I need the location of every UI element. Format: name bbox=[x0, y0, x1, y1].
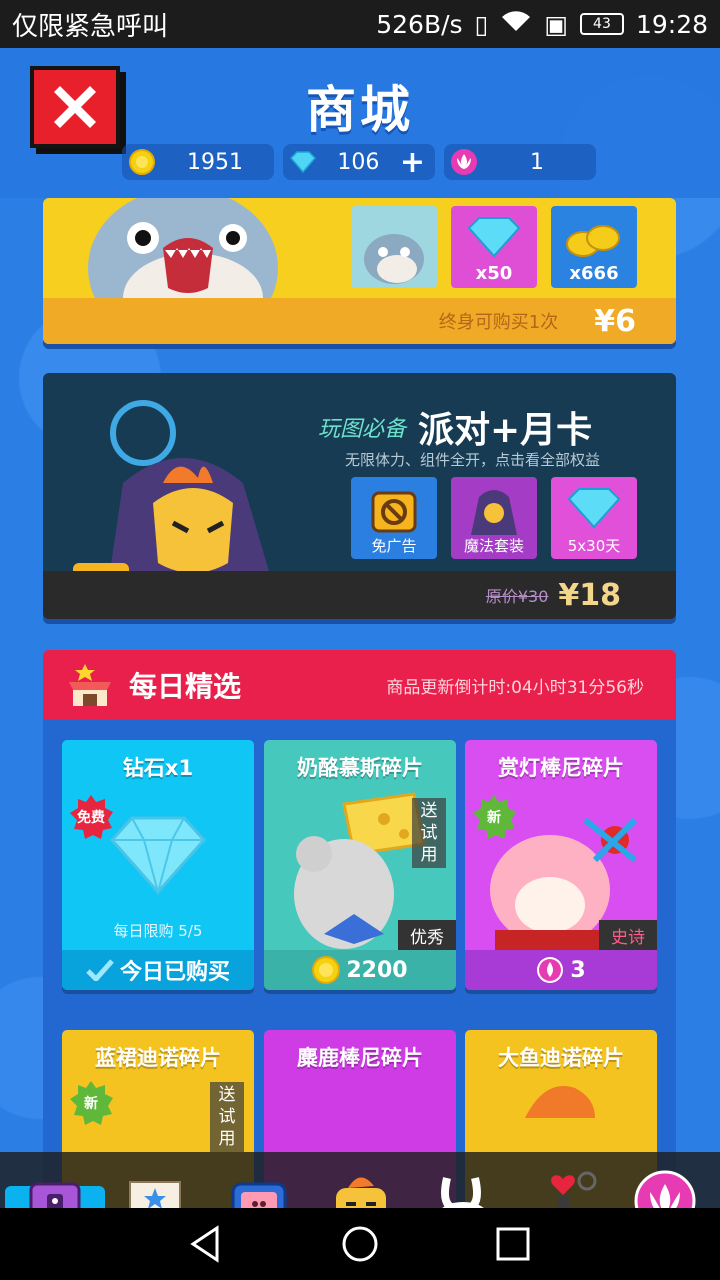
white-bunny-icon bbox=[441, 1177, 484, 1208]
yellow-bird-icon bbox=[336, 1177, 386, 1208]
tile-label: x50 bbox=[475, 263, 513, 284]
monthly-diamond-tile: 5x30天 bbox=[551, 477, 637, 559]
lotus-icon bbox=[450, 148, 478, 176]
original-price: 原价¥30 bbox=[485, 587, 549, 606]
shark-skin-icon bbox=[364, 234, 424, 284]
daily-items-grid: 钻石x1 免费 每日限购 5/5 今日已购买 奶酪慕斯碎片 送 试 用 优秀 2… bbox=[43, 720, 676, 1208]
party-subtitle: 无限体力、组件全开，点击看全部权益 bbox=[345, 451, 601, 469]
daily-item-lantern-bunny[interactable]: 赏灯棒尼碎片 新 史诗 3 bbox=[465, 740, 657, 990]
tile-label: 魔法套装 bbox=[463, 537, 524, 555]
page-title: 商城 bbox=[306, 81, 414, 139]
network-speed: 526B/s bbox=[376, 9, 463, 39]
refresh-countdown: 商品更新倒计时:04小时31分56秒 bbox=[386, 677, 644, 698]
shop-screen: 商城 1951 106 + 1 x50 x666 终身可购买1次 ¥6 玩图必备… bbox=[0, 48, 720, 1208]
check-icon bbox=[86, 959, 114, 981]
shark-pack-price[interactable]: ¥6 bbox=[594, 304, 636, 339]
home-icon[interactable] bbox=[340, 1224, 380, 1264]
item-name: 大鱼迪诺碎片 bbox=[498, 1046, 624, 1070]
diamond-balance[interactable]: 106 + bbox=[283, 144, 435, 180]
item-price: 3 bbox=[570, 957, 586, 983]
party-pre-title: 玩图必备 bbox=[318, 417, 407, 442]
tile-label: x666 bbox=[569, 263, 619, 284]
nav-stamp[interactable] bbox=[532, 1166, 602, 1208]
item-footer: 今日已购买 bbox=[62, 950, 254, 990]
item-footer: 3 bbox=[465, 950, 657, 990]
trial-tag: 送试用 bbox=[412, 798, 446, 868]
rarity-tag: 史诗 bbox=[599, 920, 657, 950]
nav-character-bird[interactable] bbox=[326, 1166, 396, 1208]
coin-icon bbox=[128, 148, 156, 176]
large-diamond-icon bbox=[109, 816, 207, 896]
nav-tv[interactable] bbox=[224, 1166, 294, 1208]
pig-tv-icon bbox=[231, 1182, 287, 1208]
back-icon[interactable] bbox=[187, 1224, 227, 1264]
clock: 19:28 bbox=[635, 9, 708, 39]
shop-header: 商城 1951 106 + 1 bbox=[0, 48, 720, 198]
shark-pack-footer: 终身可购买1次 ¥6 bbox=[43, 298, 676, 344]
diamond-icon bbox=[567, 488, 621, 529]
daily-item-diamond[interactable]: 钻石x1 免费 每日限购 5/5 今日已购买 bbox=[62, 740, 254, 990]
daily-selection-header: 每日精选 商品更新倒计时:04小时31分56秒 bbox=[43, 650, 676, 720]
heart-stamp-icon bbox=[551, 1171, 597, 1208]
magic-set-icon bbox=[471, 490, 517, 535]
new-badge: 新 bbox=[68, 1080, 114, 1126]
gold-coins-tile: x666 bbox=[551, 206, 637, 288]
bottom-nav bbox=[0, 1152, 720, 1208]
rarity-tag: 优秀 bbox=[398, 920, 456, 950]
item-name: 奶酪慕斯碎片 bbox=[297, 756, 423, 780]
carrier-text: 仅限紧急呼叫 bbox=[12, 11, 169, 42]
trial-tag: 送试用 bbox=[210, 1082, 244, 1152]
battery-icon: 43 bbox=[579, 13, 624, 35]
star-speech-bubble-icon bbox=[129, 1181, 181, 1208]
item-footer: 2200 bbox=[264, 950, 456, 990]
diamond-icon bbox=[289, 148, 317, 176]
diamond-pile-tile: x50 bbox=[451, 206, 537, 288]
gold-coins-icon bbox=[566, 225, 620, 257]
nav-character-bunny[interactable] bbox=[428, 1166, 498, 1208]
fish-character bbox=[525, 1086, 595, 1118]
lotus-icon bbox=[537, 957, 564, 983]
lotus-icon bbox=[634, 1170, 696, 1208]
no-ads-tile: 免广告 bbox=[351, 477, 437, 559]
shark-pack-card[interactable]: x50 x666 终身可购买1次 ¥6 bbox=[43, 198, 676, 344]
system-nav-bar bbox=[0, 1208, 720, 1280]
coin-icon bbox=[312, 956, 341, 984]
daily-item-cheese-mousse[interactable]: 奶酪慕斯碎片 送试用 优秀 2200 bbox=[264, 740, 456, 990]
party-price[interactable]: ¥18 bbox=[558, 578, 621, 613]
no-ads-tv-icon bbox=[371, 491, 417, 533]
item-name: 麋鹿棒尼碎片 bbox=[297, 1046, 423, 1070]
party-monthly-card[interactable]: 玩图必备 派对+月卡 无限体力、组件全开，点击看全部权益 免广告 魔法套装 5x… bbox=[43, 373, 676, 619]
diamond-pile-icon bbox=[467, 217, 521, 258]
item-price: 2200 bbox=[346, 957, 408, 983]
purchase-limit: 每日限购 5/5 bbox=[113, 922, 203, 940]
add-diamond-button[interactable]: + bbox=[400, 145, 425, 180]
item-name: 赏灯棒尼碎片 bbox=[498, 756, 624, 780]
tile-label: 免广告 bbox=[371, 537, 417, 555]
nav-favorites[interactable] bbox=[120, 1166, 190, 1208]
coin-balance: 1951 bbox=[122, 144, 274, 180]
party-title: 派对+月卡 bbox=[418, 410, 593, 451]
shop-stall-icon bbox=[69, 664, 111, 706]
purchased-label: 今日已购买 bbox=[119, 960, 230, 985]
vibrate-icon: ▯ bbox=[474, 9, 489, 39]
nav-lotus[interactable] bbox=[630, 1166, 700, 1208]
party-card-footer: 原价¥30 ¥18 bbox=[43, 571, 676, 619]
tile-label: 5x30天 bbox=[567, 537, 621, 555]
magic-set-tile: 魔法套装 bbox=[451, 477, 537, 559]
item-name: 钻石x1 bbox=[122, 756, 194, 780]
recents-icon[interactable] bbox=[493, 1224, 533, 1264]
daily-title: 每日精选 bbox=[129, 670, 242, 703]
nav-shop-chest[interactable] bbox=[20, 1166, 90, 1208]
shark-skin-tile bbox=[351, 206, 437, 288]
purchase-limit-text: 终身可购买1次 bbox=[438, 312, 559, 333]
lotus-balance: 1 bbox=[444, 144, 596, 180]
item-name: 蓝裙迪诺碎片 bbox=[95, 1046, 221, 1070]
sim-icon: ▣ bbox=[544, 9, 568, 39]
treasure-chest-icon bbox=[29, 1182, 81, 1208]
status-bar: 仅限紧急呼叫 526B/s ▯ ▣ 43 19:28 bbox=[0, 0, 720, 48]
wifi-icon bbox=[500, 9, 532, 39]
